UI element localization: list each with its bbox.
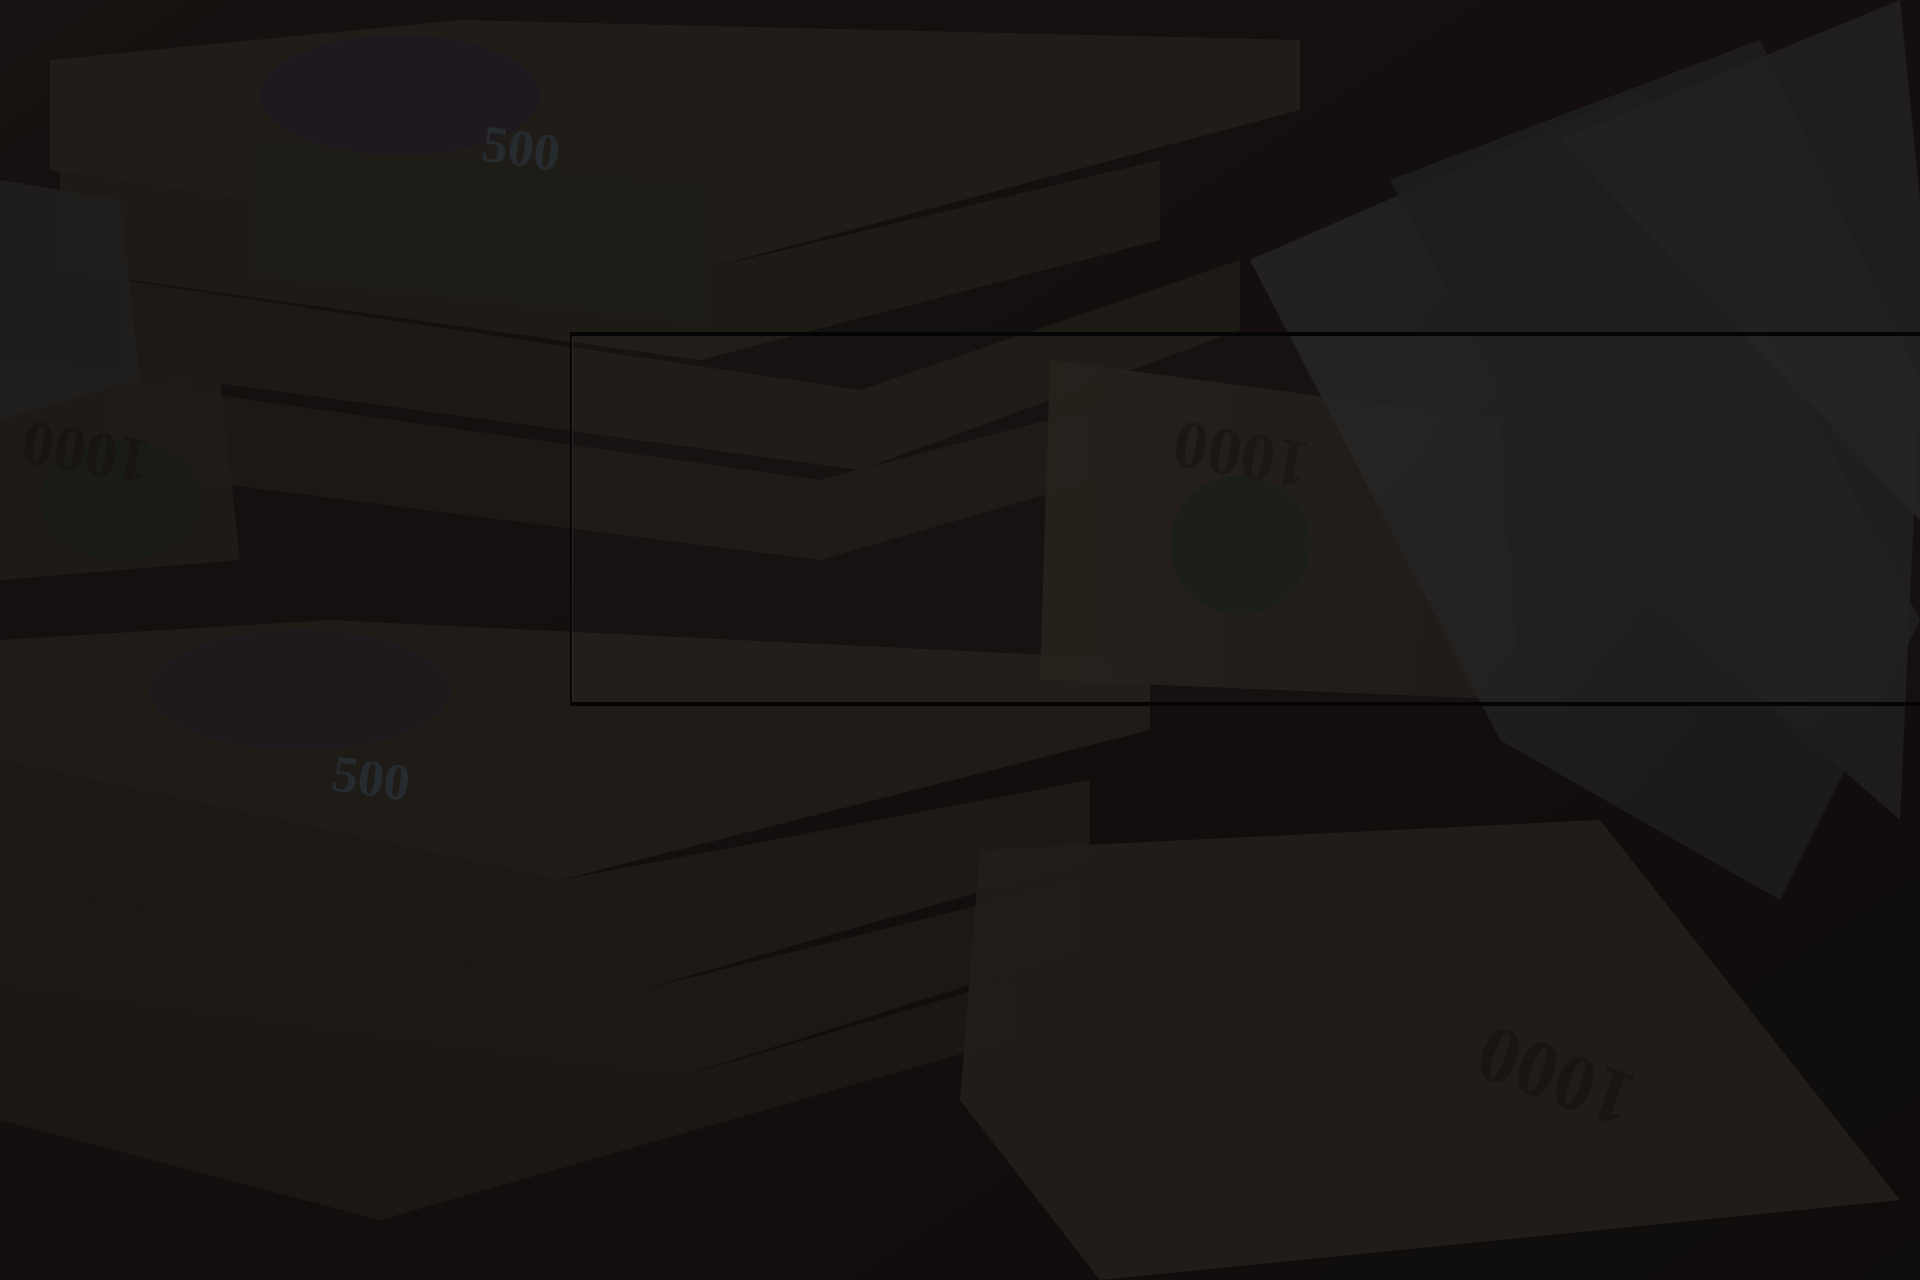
hero-frame bbox=[570, 332, 1920, 706]
frame-bottom-line bbox=[572, 702, 1920, 704]
note-500-lower-label: 500 bbox=[328, 745, 413, 812]
frame-top-line bbox=[572, 334, 1920, 336]
note-500-upper-label: 500 bbox=[478, 115, 563, 182]
